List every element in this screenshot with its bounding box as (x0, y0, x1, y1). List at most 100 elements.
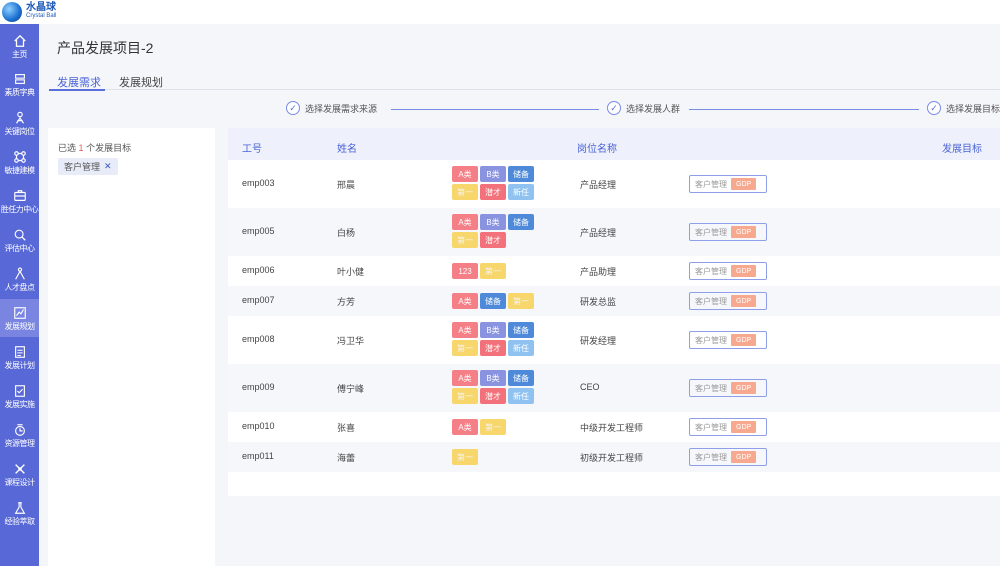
chip-label: 客户管理 (64, 162, 101, 172)
sidebar-item-competency[interactable]: 胜任力中心 (0, 182, 39, 220)
table-row: emp005 白杨 产品经理 A类 B类 储备 第一 潜才 客户管理 GDP (228, 208, 1000, 256)
course-icon (14, 463, 25, 474)
check-icon: ✓ (607, 101, 621, 115)
goal-selector[interactable]: 客户管理 GDP (689, 175, 767, 193)
goal-selector[interactable]: 客户管理 GDP (689, 262, 767, 280)
sidebar-item-resource[interactable]: 资源管理 (0, 416, 39, 454)
sidebar-item-dictionary[interactable]: 素质字典 (0, 65, 39, 103)
sidebar-item-label: 课程设计 (4, 477, 36, 487)
tag-badge: 第一 (452, 388, 478, 404)
goal-name: 客户管理 (695, 179, 727, 189)
sidebar-item-assessment[interactable]: 评估中心 (0, 221, 39, 259)
employee-tags: A类 B类 储备 第一 潜才 (452, 214, 542, 248)
goal-selector[interactable]: 客户管理 GDP (689, 223, 767, 241)
goal-type-badge: GDP (731, 451, 757, 463)
employee-tags: A类 第一 (452, 419, 542, 435)
employee-name: 张喜 (337, 423, 356, 433)
development-plan-icon (13, 306, 26, 319)
sidebar-item-key-position[interactable]: 关键岗位 (0, 104, 39, 142)
employee-id: emp011 (242, 451, 274, 461)
tag-badge: 123 (452, 263, 478, 279)
employee-tags: A类 B类 储备 第一 潜才 新任 (452, 166, 542, 200)
step-connector (689, 109, 919, 110)
stepper: ✓ 选择发展需求来源 ✓ 选择发展人群 ✓ 选择发展目标 (39, 100, 1000, 120)
tag-badge: 第一 (452, 184, 478, 200)
goal-selector[interactable]: 客户管理 GDP (689, 448, 767, 466)
header-id: 工号 (242, 144, 262, 155)
sidebar-item-label: 经验萃取 (4, 516, 36, 526)
sidebar-item-development-plan[interactable]: 发展规划 (0, 299, 39, 337)
talent-review-icon (14, 266, 25, 280)
step-label: 选择发展需求来源 (305, 103, 378, 114)
table-row: emp008 冯卫华 研发经理 A类 B类 储备 第一 潜才 新任 客户管理 GDP (228, 316, 1000, 364)
employee-table: 工号 姓名 岗位名称 发展目标 emp003 邢晨 产品经理 A类 B类 储备 第一 潜才 新任… (228, 128, 1000, 496)
goal-type-badge: GDP (731, 178, 757, 190)
tab-development-needs[interactable]: 发展需求 (57, 74, 101, 90)
position-name: CEO (580, 382, 600, 392)
plan-icon (14, 345, 25, 358)
sidebar-item-course[interactable]: 课程设计 (0, 455, 39, 493)
goal-selector[interactable]: 客户管理 GDP (689, 292, 767, 310)
header-name: 姓名 (337, 144, 357, 155)
goal-selector[interactable]: 客户管理 GDP (689, 379, 767, 397)
sidebar-item-plan[interactable]: 发展计划 (0, 338, 39, 376)
position-name: 研发总监 (580, 297, 617, 307)
tag-badge: A类 (452, 293, 478, 309)
step-population[interactable]: ✓ 选择发展人群 (607, 101, 680, 115)
position-name: 产品经理 (580, 228, 617, 238)
sidebar-item-modeling[interactable]: 敏捷建模 (0, 143, 39, 181)
tag-badge: B类 (480, 214, 506, 230)
tab-active-underline (49, 89, 105, 91)
sidebar-item-implementation[interactable]: 发展实施 (0, 377, 39, 415)
goal-selector[interactable]: 客户管理 GDP (689, 331, 767, 349)
tag-badge: A类 (452, 214, 478, 230)
tab-development-plan[interactable]: 发展规划 (119, 74, 163, 90)
goal-name: 客户管理 (695, 452, 727, 462)
tag-badge: 潜才 (480, 232, 506, 248)
brand-subtitle: Crystal Ball (26, 13, 57, 19)
experience-icon (14, 501, 25, 514)
goal-selector[interactable]: 客户管理 GDP (689, 418, 767, 436)
goal-type-badge: GDP (731, 265, 757, 277)
tag-badge: B类 (480, 370, 506, 386)
sidebar-item-talent-review[interactable]: 人才盘点 (0, 260, 39, 298)
position-name: 研发经理 (580, 336, 617, 346)
position-name: 产品经理 (580, 180, 617, 190)
close-icon[interactable]: ✕ (104, 161, 112, 172)
table-row: emp010 张喜 中级开发工程师 A类 第一 客户管理 GDP (228, 412, 1000, 442)
selected-suffix: 个发展目标 (86, 143, 132, 153)
dictionary-icon (14, 73, 25, 84)
home-icon (13, 34, 26, 47)
selected-goal-chip: 客户管理 ✕ (58, 158, 118, 175)
goal-name: 客户管理 (695, 266, 727, 276)
tag-badge: B类 (480, 322, 506, 338)
goal-name: 客户管理 (695, 383, 727, 393)
key-position-icon (15, 111, 24, 124)
page-title: 产品发展项目-2 (57, 40, 154, 56)
tag-badge: 新任 (508, 184, 534, 200)
tab-bar: 发展需求 发展规划 (49, 70, 1000, 91)
tag-badge: 第一 (452, 232, 478, 248)
sidebar-item-experience[interactable]: 经验萃取 (0, 494, 39, 532)
position-name: 中级开发工程师 (580, 423, 644, 433)
tag-badge: 储备 (508, 166, 534, 182)
tag-badge: A类 (452, 370, 478, 386)
step-goal[interactable]: ✓ 选择发展目标 (927, 101, 1000, 115)
employee-id: emp010 (242, 421, 275, 431)
step-need-source[interactable]: ✓ 选择发展需求来源 (286, 101, 377, 115)
tag-badge: A类 (452, 322, 478, 338)
header-goal: 发展目标 (942, 144, 982, 155)
step-label: 选择发展人群 (626, 103, 681, 114)
table-row: emp007 方芳 研发总监 A类 储备 第一 客户管理 GDP (228, 286, 1000, 316)
employee-name: 方芳 (337, 297, 356, 307)
goal-name: 客户管理 (695, 227, 727, 237)
selected-count: 1 (78, 143, 84, 153)
tag-badge: 第一 (452, 449, 478, 465)
employee-id: emp007 (242, 295, 275, 305)
step-label: 选择发展目标 (946, 103, 1000, 114)
assessment-icon (14, 229, 26, 241)
sidebar-item-home[interactable]: 主页 (0, 27, 39, 65)
employee-name: 邢晨 (337, 180, 356, 190)
tag-badge: A类 (452, 166, 478, 182)
main-content: 产品发展项目-2 发展需求 发展规划 ✓ 选择发展需求来源 ✓ 选择发展人群 ✓… (39, 24, 1000, 566)
